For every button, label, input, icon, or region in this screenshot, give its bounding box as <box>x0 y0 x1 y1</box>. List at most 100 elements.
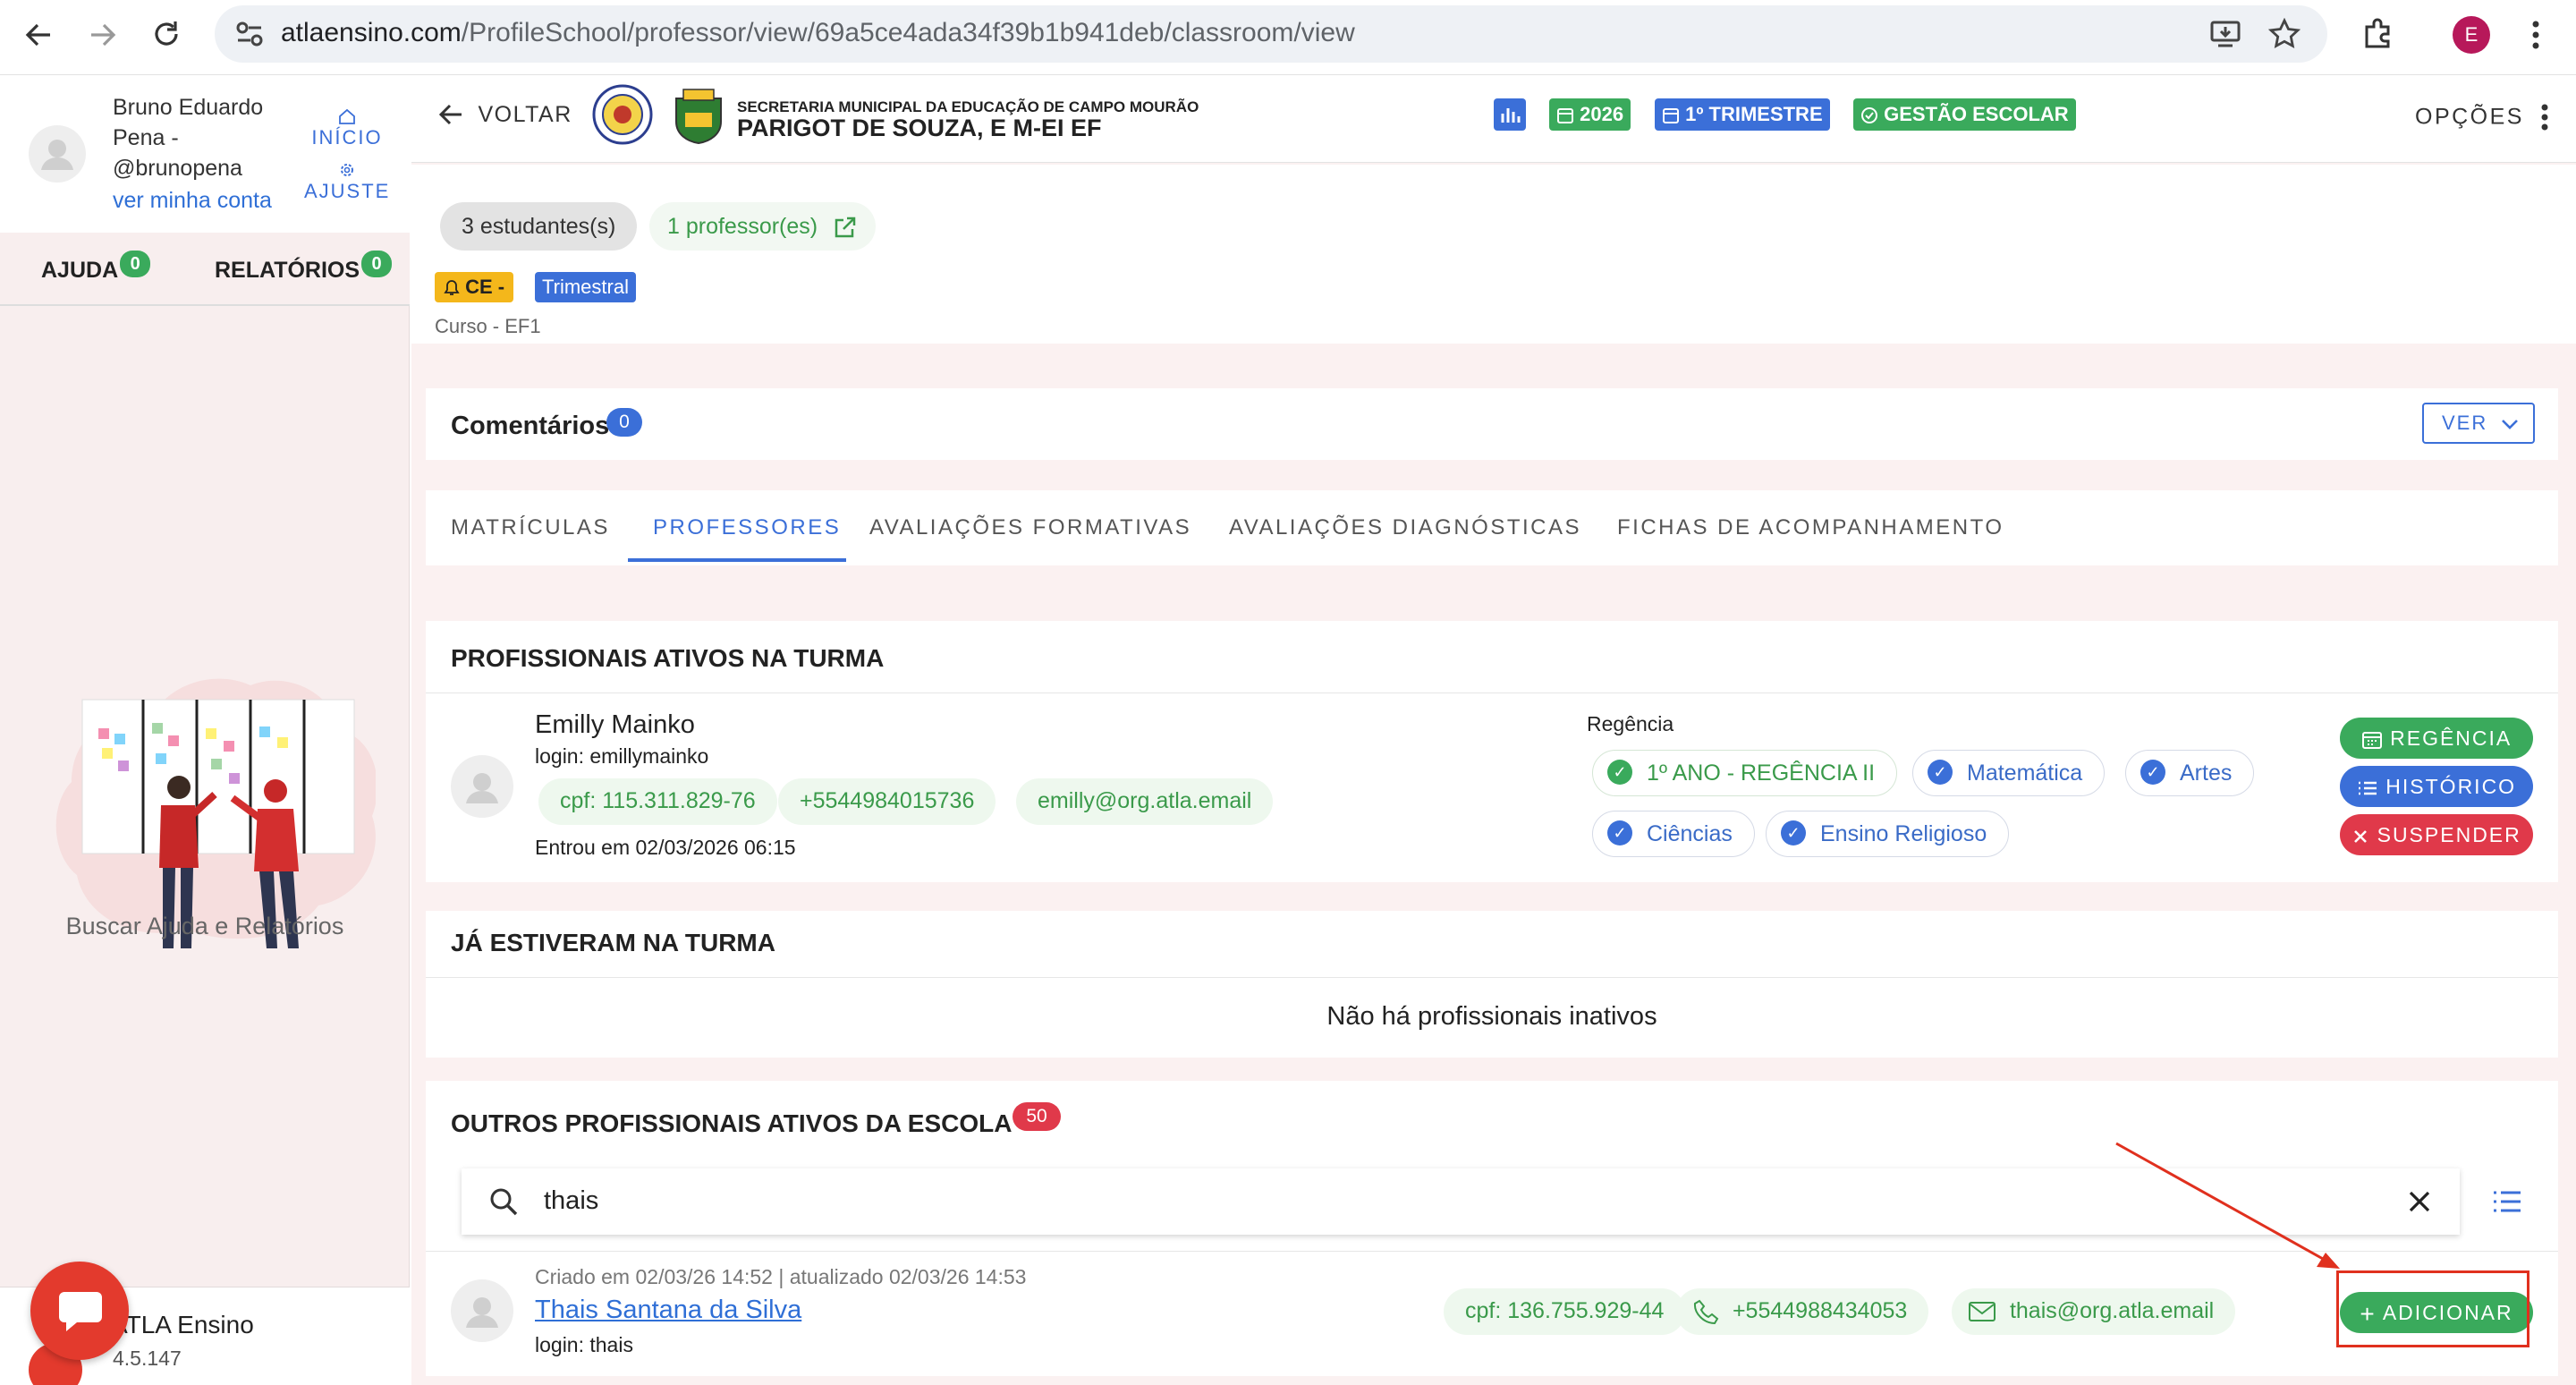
address-bar[interactable]: atlaensino.com/ProfileSchool/professor/v… <box>215 5 2327 63</box>
stats-button[interactable] <box>1494 98 1526 131</box>
tab-fichas-acompanhamento[interactable]: FICHAS DE ACOMPANHAMENTO <box>1617 515 2004 540</box>
user-handle: @brunopena <box>113 156 242 181</box>
check-circle-icon: ✓ <box>1607 760 1632 786</box>
mail-icon <box>1969 1302 1996 1322</box>
historico-button[interactable]: HISTÓRICO <box>2340 766 2533 807</box>
settings-label: AJUSTE <box>304 180 391 202</box>
back-arrow-icon <box>438 104 462 125</box>
user-placeholder-icon <box>466 1297 498 1328</box>
period-tag: Trimestral <box>535 272 636 302</box>
regencia-label: REGÊNCIA <box>2390 726 2512 750</box>
check-circle-icon: ✓ <box>1607 820 1632 846</box>
teacher-name: Emilly Mainko <box>535 710 695 739</box>
result-phone-chip: +5544988434053 <box>1676 1288 1929 1335</box>
tab-reports-label: RELATÓRIOS <box>215 258 360 283</box>
result-email: thais@org.atla.email <box>2009 1298 2215 1323</box>
subject-label: Artes <box>2180 760 2233 786</box>
search-input[interactable]: thais <box>544 1186 598 1216</box>
reports-count-badge: 0 <box>361 251 393 277</box>
tab-professores[interactable]: PROFESSORES <box>653 515 841 540</box>
subject-chip: ✓ Ciências <box>1592 811 1755 857</box>
teachers-chip[interactable]: 1 professor(es) <box>649 202 877 251</box>
help-count-badge: 0 <box>120 251 151 277</box>
calendar-icon <box>1557 108 1573 124</box>
suspender-label: SUSPENDER <box>2377 823 2521 846</box>
page-header: VOLTAR SECRETARIA MUNICIPAL DA EDUCAÇÃO … <box>411 75 2576 163</box>
check-circle-icon: ✓ <box>1928 760 1953 786</box>
suspender-button[interactable]: SUSPENDER <box>2340 814 2533 855</box>
tab-help[interactable]: AJUDA 0 <box>41 251 151 285</box>
profile-avatar[interactable]: E <box>2453 16 2490 54</box>
result-name-link[interactable]: Thais Santana da Silva <box>535 1296 801 1325</box>
home-link[interactable]: INÍCIO <box>304 107 390 149</box>
url-text[interactable]: atlaensino.com/ProfileSchool/professor/v… <box>281 18 1355 48</box>
more-vertical-icon <box>2541 104 2548 131</box>
course-label: Curso - EF1 <box>435 315 541 337</box>
bell-icon <box>444 280 460 296</box>
search-icon <box>490 1188 518 1216</box>
year-selector[interactable]: 2026 <box>1549 98 1631 131</box>
clear-search-icon[interactable] <box>2408 1190 2431 1213</box>
management-button[interactable]: GESTÃO ESCOLAR <box>1853 98 2076 131</box>
extensions-icon[interactable] <box>2361 18 2394 50</box>
subject-chip: ✓ 1º ANO - REGÊNCIA II <box>1592 750 1898 796</box>
comments-count-badge: 0 <box>606 408 642 437</box>
active-professionals-card: PROFISSIONAIS ATIVOS NA TURMA Emilly Mai… <box>426 621 2558 882</box>
user-name-line1: Bruno Eduardo <box>113 95 264 120</box>
divider <box>426 692 2558 693</box>
annotation-highlight-box <box>2336 1270 2529 1347</box>
check-circle-icon <box>1861 107 1877 124</box>
city-coat-of-arms-icon <box>675 89 722 145</box>
calendar-icon <box>2361 731 2382 749</box>
result-phone: +5544988434053 <box>1732 1298 1908 1323</box>
list-view-icon[interactable] <box>2492 1188 2522 1215</box>
options-menu[interactable]: OPÇÕES <box>2415 104 2549 131</box>
external-link-icon <box>835 217 856 238</box>
result-login: login: thais <box>535 1333 633 1356</box>
regencia-button[interactable]: REGÊNCIA <box>2340 718 2533 759</box>
chat-widget-button[interactable] <box>30 1262 129 1360</box>
avatar <box>451 1279 513 1342</box>
sidebar: Bruno Eduardo Pena - @brunopena ver minh… <box>0 75 410 1385</box>
sidebar-tabs: AJUDA 0 RELATÓRIOS 0 <box>0 233 410 306</box>
divider <box>426 977 2558 978</box>
user-placeholder-icon <box>41 140 73 170</box>
teacher-login: login: emillymainko <box>535 744 709 768</box>
bookmark-star-icon[interactable] <box>2268 18 2301 50</box>
install-app-icon[interactable] <box>2209 20 2241 48</box>
tab-reports[interactable]: RELATÓRIOS 0 <box>215 251 393 285</box>
empty-state-text: Não há profissionais inativos <box>1326 1002 1657 1031</box>
tab-avaliacoes-formativas[interactable]: AVALIAÇÕES FORMATIVAS <box>869 515 1191 540</box>
calendar-icon <box>1663 108 1679 124</box>
teacher-joined: Entrou em 02/03/2026 06:15 <box>535 836 796 859</box>
tab-help-label: AJUDA <box>41 258 119 283</box>
app-version: 4.5.147 <box>113 1347 182 1370</box>
phone-icon <box>1693 1300 1719 1325</box>
browser-menu-icon[interactable] <box>2531 20 2540 50</box>
back-arrow-icon[interactable] <box>23 20 54 50</box>
my-account-link[interactable]: ver minha conta <box>113 188 272 214</box>
user-name-line2: Pena - <box>113 125 179 150</box>
students-chip[interactable]: 3 estudantes(s) <box>440 202 638 251</box>
tab-avaliacoes-diagnosticas[interactable]: AVALIAÇÕES DIAGNÓSTICAS <box>1229 515 1581 540</box>
secretaria-label: SECRETARIA MUNICIPAL DA EDUCAÇÃO DE CAMP… <box>737 98 1199 115</box>
browser-toolbar: atlaensino.com/ProfileSchool/professor/v… <box>0 0 2576 75</box>
subject-chip: ✓ Ensino Religioso <box>1766 811 2010 857</box>
ce-tag-label: CE - <box>465 276 505 298</box>
settings-link[interactable]: AJUSTE <box>304 161 390 203</box>
reload-icon[interactable] <box>150 18 182 50</box>
back-button[interactable]: VOLTAR <box>436 100 572 136</box>
term-selector[interactable]: 1º TRIMESTRE <box>1655 98 1830 131</box>
avatar[interactable] <box>29 125 86 183</box>
list-icon <box>2358 781 2377 795</box>
forward-arrow-icon[interactable] <box>88 20 118 50</box>
tab-matriculas[interactable]: MATRÍCULAS <box>451 515 610 540</box>
comments-view-button[interactable]: VER <box>2422 403 2535 444</box>
subject-label: Ensino Religioso <box>1820 821 1987 846</box>
classroom-info: 3 estudantes(s) 1 professor(es) CE - Tri… <box>411 165 2576 344</box>
avatar <box>451 755 513 818</box>
site-settings-icon[interactable] <box>234 20 265 48</box>
gear-icon <box>341 164 353 176</box>
tab-active-indicator <box>628 558 846 562</box>
chat-bubble-icon <box>59 1292 102 1331</box>
